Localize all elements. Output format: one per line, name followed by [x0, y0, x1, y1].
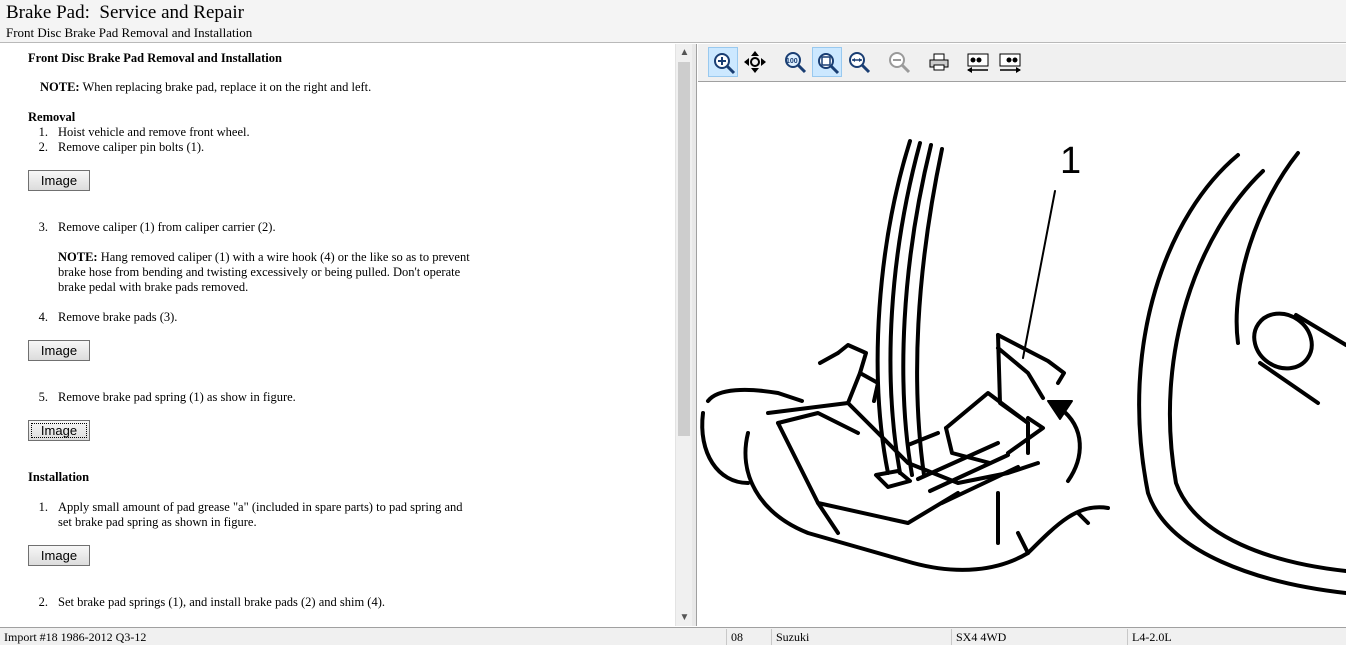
- status-make: Suzuki: [776, 630, 810, 644]
- zoom-100-icon[interactable]: 100: [780, 47, 810, 77]
- status-model: SX4 4WD: [956, 630, 1007, 644]
- status-separator: [951, 629, 952, 645]
- status-separator: [1127, 629, 1128, 645]
- text-pane-scrollbar[interactable]: ▲ ▼: [675, 44, 692, 626]
- note-text: When replacing brake pad, replace it on …: [79, 80, 372, 94]
- scrollbar-thumb[interactable]: [678, 62, 690, 436]
- note-label: NOTE:: [40, 80, 80, 94]
- step-number: 2.: [38, 140, 48, 154]
- procedure-text-pane: Front Disc Brake Pad Removal and Install…: [0, 44, 675, 626]
- brake-illustration-drawing: 1: [700, 139, 1346, 595]
- pan-icon[interactable]: [740, 47, 770, 77]
- svg-text:100: 100: [786, 58, 798, 65]
- step-text: Hoist vehicle and remove front wheel.: [58, 125, 250, 139]
- pane-splitter[interactable]: [692, 44, 697, 626]
- note-removal-general: NOTE: When replacing brake pad, replace …: [40, 80, 371, 95]
- step-number: 1.: [38, 500, 48, 514]
- page-subtitle: Front Disc Brake Pad Removal and Install…: [6, 25, 253, 40]
- status-bar: Import #18 1986-2012 Q3-12 08 Suzuki SX4…: [0, 627, 1346, 645]
- image-toolbar: 100: [698, 44, 1346, 82]
- note-text-line: brake hose from bending and twisting exc…: [58, 265, 461, 279]
- procedure-heading: Front Disc Brake Pad Removal and Install…: [28, 51, 282, 65]
- step-text: Remove caliper (1) from caliper carrier …: [58, 220, 276, 234]
- status-code: 08: [731, 630, 743, 644]
- previous-image-icon[interactable]: [962, 47, 992, 77]
- image-button[interactable]: Image: [28, 340, 90, 361]
- step-number: 5.: [38, 390, 48, 404]
- image-button[interactable]: Image: [28, 545, 90, 566]
- status-separator: [771, 629, 772, 645]
- removal-heading: Removal: [28, 110, 76, 124]
- step-number: 1.: [38, 125, 48, 139]
- status-import: Import #18 1986-2012 Q3-12: [4, 630, 147, 644]
- image-button[interactable]: Image: [28, 170, 90, 191]
- image-viewer-pane: 100 1: [698, 44, 1346, 626]
- note-text-line: brake pedal with brake pads removed.: [58, 280, 249, 294]
- step-text-continued: set brake pad spring as shown in figure.: [58, 515, 257, 529]
- step-number: 4.: [38, 310, 48, 324]
- step-text: Set brake pad springs (1), and install b…: [58, 595, 386, 609]
- step-text: Apply small amount of pad grease "a" (in…: [58, 500, 463, 514]
- step-text: Remove brake pads (3).: [58, 310, 178, 324]
- zoom-in-icon[interactable]: [708, 47, 738, 77]
- zoom-fit-icon[interactable]: [812, 47, 842, 77]
- scroll-down-icon[interactable]: ▼: [676, 609, 693, 626]
- callout-label: 1: [1060, 140, 1081, 182]
- status-separator: [726, 629, 727, 645]
- status-engine: L4-2.0L: [1132, 630, 1172, 644]
- scroll-up-icon[interactable]: ▲: [676, 44, 693, 61]
- page-title: Brake Pad: Service and Repair: [6, 2, 244, 23]
- step-text: Remove brake pad spring (1) as show in f…: [58, 390, 296, 404]
- image-button[interactable]: Image: [28, 420, 90, 441]
- note-hang-caliper: NOTE: Hang removed caliper (1) with a wi…: [58, 250, 470, 265]
- step-number: 3.: [38, 220, 48, 234]
- note-label: NOTE:: [58, 250, 98, 264]
- zoom-width-icon[interactable]: [844, 47, 874, 77]
- note-text-line: Hang removed caliper (1) with a wire hoo…: [97, 250, 470, 264]
- step-number: 2.: [38, 595, 48, 609]
- step-text: Remove caliper pin bolts (1).: [58, 140, 205, 154]
- header-bar: Brake Pad: Service and Repair Front Disc…: [0, 0, 1346, 43]
- zoom-out-icon[interactable]: [884, 47, 914, 77]
- brake-caliper-illustration: 1: [698, 83, 1346, 626]
- next-image-icon[interactable]: [994, 47, 1024, 77]
- installation-heading: Installation: [28, 470, 90, 484]
- print-icon[interactable]: [924, 47, 954, 77]
